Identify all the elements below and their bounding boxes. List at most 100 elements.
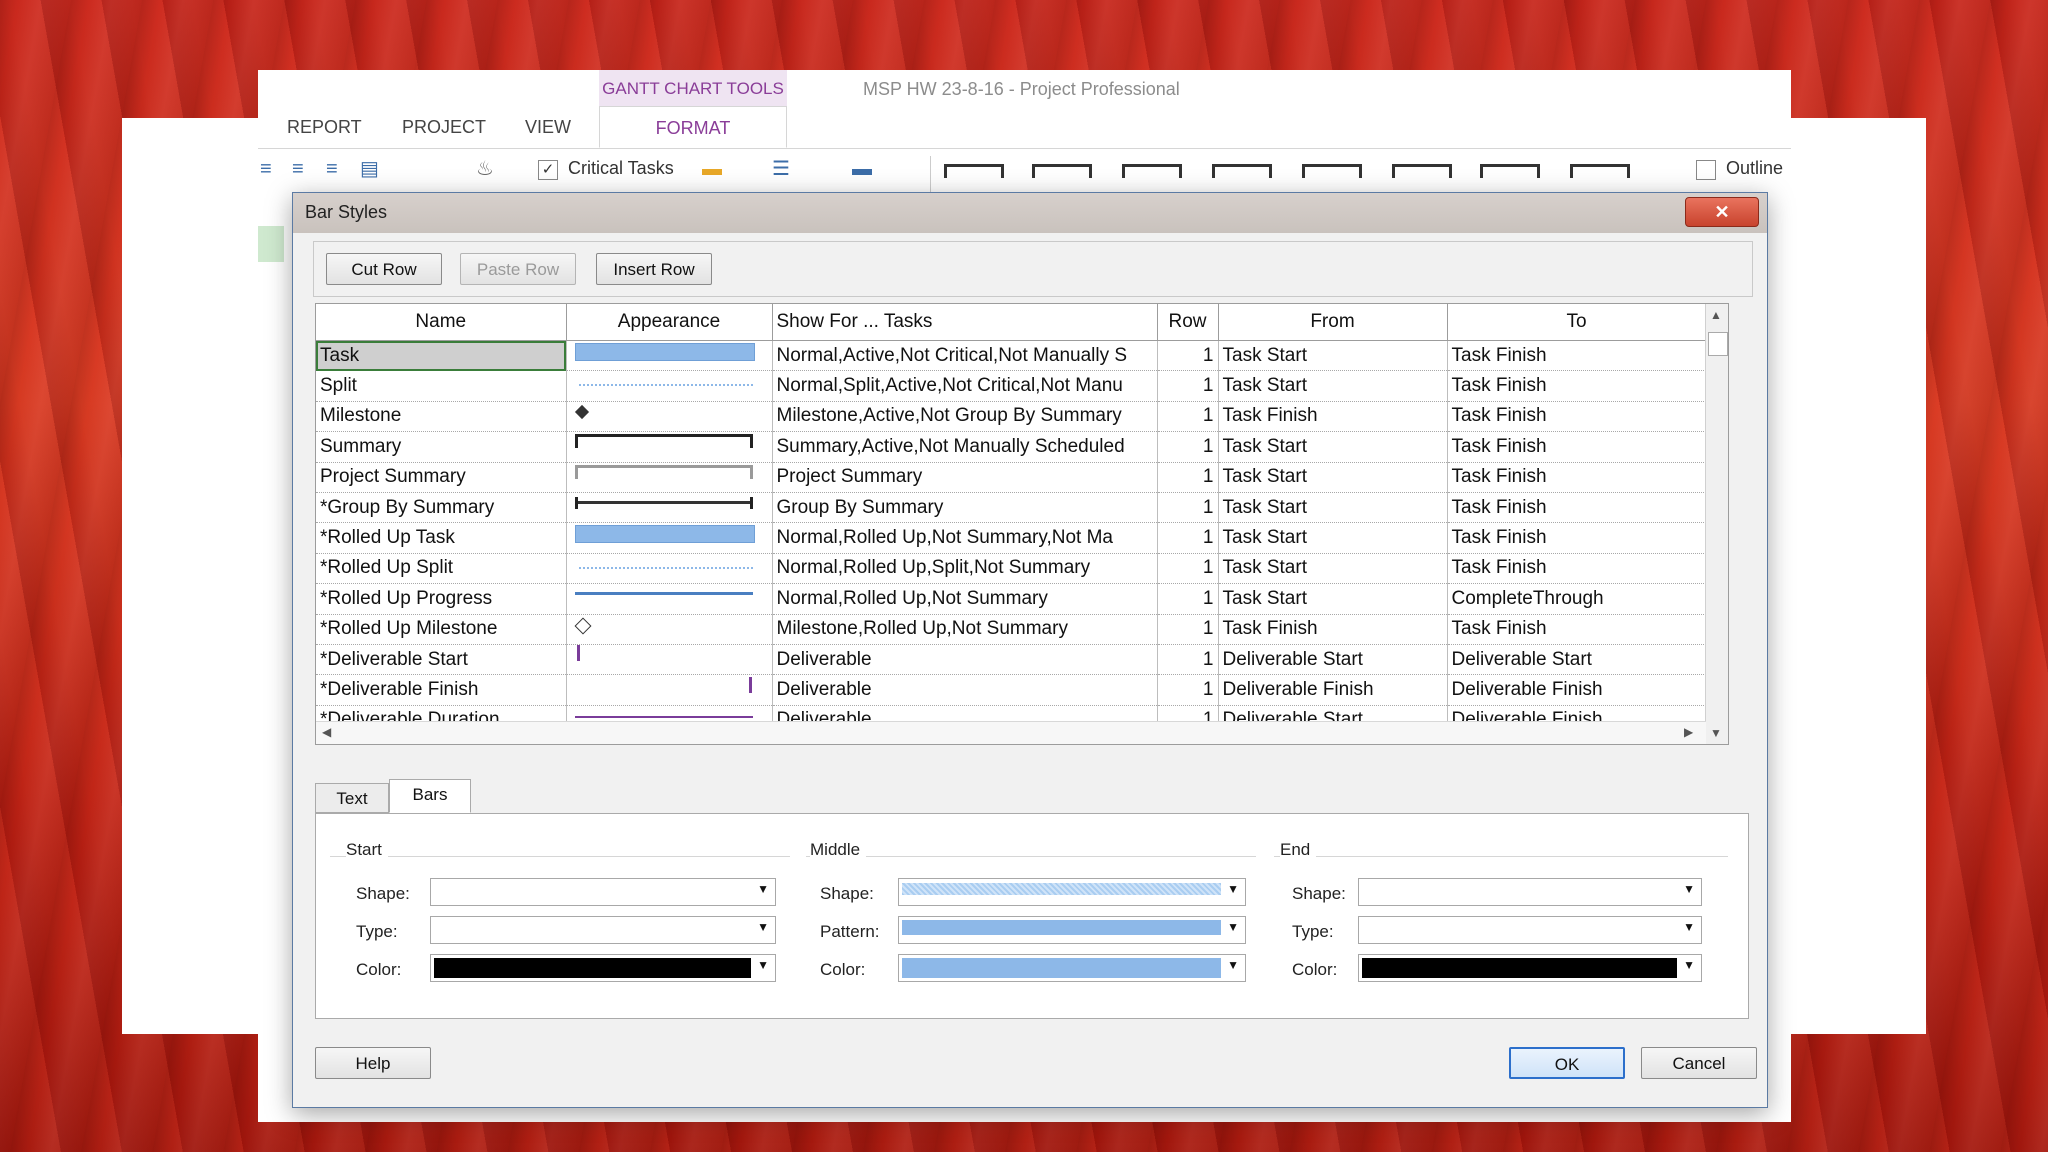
- row-appearance-cell[interactable]: [566, 462, 773, 493]
- start-color-select[interactable]: ▼: [430, 954, 776, 982]
- row-number-cell[interactable]: 1: [1157, 674, 1219, 706]
- help-button[interactable]: Help: [315, 1047, 431, 1079]
- row-name-cell[interactable]: *Deliverable Start: [316, 644, 567, 676]
- row-show-for-cell[interactable]: Normal,Active,Not Critical,Not Manually …: [772, 340, 1158, 372]
- row-name-cell[interactable]: Milestone: [316, 401, 567, 433]
- table-row[interactable]: *Rolled Up Progress Normal,Rolled Up,Not …: [316, 583, 1707, 615]
- row-appearance-cell[interactable]: [566, 340, 773, 372]
- col-header-row[interactable]: Row: [1157, 304, 1219, 341]
- critical-tasks-checkbox[interactable]: ✓: [538, 160, 558, 180]
- gantt-style-1[interactable]: [944, 164, 1004, 178]
- middle-color-select[interactable]: ▼: [898, 954, 1246, 982]
- scroll-up-icon[interactable]: ▲: [1710, 308, 1722, 322]
- ok-button[interactable]: OK: [1509, 1047, 1625, 1079]
- row-appearance-cell[interactable]: [566, 492, 773, 524]
- middle-shape-select[interactable]: ▼: [898, 878, 1246, 906]
- vertical-scrollbar[interactable]: ▲ ▼: [1705, 304, 1728, 744]
- row-show-for-cell[interactable]: Normal,Split,Active,Not Critical,Not Man…: [772, 370, 1158, 402]
- row-number-cell[interactable]: 1: [1157, 431, 1219, 463]
- table-row[interactable]: *Group By Summary Group By Summary 1 Task S…: [316, 492, 1707, 524]
- row-name-cell[interactable]: Split: [316, 370, 567, 402]
- row-from-cell[interactable]: Deliverable Start: [1218, 644, 1448, 676]
- tab-project[interactable]: PROJECT: [402, 106, 486, 148]
- row-from-cell[interactable]: Task Start: [1218, 553, 1448, 585]
- table-row[interactable]: Split Normal,Split,Active,Not Critical,No…: [316, 370, 1707, 402]
- row-show-for-cell[interactable]: Normal,Rolled Up,Not Summary,Not Ma: [772, 522, 1158, 554]
- row-to-cell[interactable]: Deliverable Start: [1447, 644, 1707, 676]
- format-painter-icon[interactable]: ♨: [476, 158, 500, 180]
- table-row[interactable]: Project Summary Project Summary 1 Task Star…: [316, 462, 1707, 493]
- row-appearance-cell[interactable]: [566, 583, 773, 615]
- row-name-cell[interactable]: *Rolled Up Task: [316, 522, 567, 554]
- row-from-cell[interactable]: Task Start: [1218, 522, 1448, 554]
- row-number-cell[interactable]: 1: [1157, 462, 1219, 493]
- row-to-cell[interactable]: Task Finish: [1447, 614, 1707, 645]
- row-to-cell[interactable]: Task Finish: [1447, 340, 1707, 372]
- col-header-appearance[interactable]: Appearance: [566, 304, 773, 341]
- end-shape-select[interactable]: ▼: [1358, 878, 1702, 906]
- row-to-cell[interactable]: Task Finish: [1447, 462, 1707, 493]
- gantt-style-7[interactable]: [1480, 164, 1540, 178]
- row-appearance-cell[interactable]: [566, 644, 773, 676]
- dialog-titlebar[interactable]: Bar Styles ✕: [293, 193, 1767, 233]
- align-center-icon[interactable]: ≡: [292, 158, 316, 180]
- table-row[interactable]: *Rolled Up Task Normal,Rolled Up,Not Summ…: [316, 522, 1707, 554]
- col-header-show-for[interactable]: Show For ... Tasks: [772, 304, 1158, 341]
- row-name-cell[interactable]: *Rolled Up Split: [316, 553, 567, 585]
- row-number-cell[interactable]: 1: [1157, 614, 1219, 645]
- row-show-for-cell[interactable]: Deliverable: [772, 674, 1158, 706]
- close-button[interactable]: ✕: [1685, 197, 1759, 227]
- row-to-cell[interactable]: Task Finish: [1447, 522, 1707, 554]
- gantt-style-3[interactable]: [1122, 164, 1182, 178]
- gantt-style-2[interactable]: [1032, 164, 1092, 178]
- row-appearance-cell[interactable]: [566, 674, 773, 706]
- row-from-cell[interactable]: Task Start: [1218, 583, 1448, 615]
- start-type-select[interactable]: ▼: [430, 916, 776, 944]
- start-shape-select[interactable]: ▼: [430, 878, 776, 906]
- table-row[interactable]: Summary Summary,Active,Not Manually Sched…: [316, 431, 1707, 463]
- outline-checkbox[interactable]: [1696, 160, 1716, 180]
- row-show-for-cell[interactable]: Normal,Rolled Up,Split,Not Summary: [772, 553, 1158, 585]
- row-appearance-cell[interactable]: [566, 401, 773, 433]
- row-show-for-cell[interactable]: Group By Summary: [772, 492, 1158, 524]
- end-color-select[interactable]: ▼: [1358, 954, 1702, 982]
- row-name-cell[interactable]: Summary: [316, 431, 567, 463]
- row-number-cell[interactable]: 1: [1157, 492, 1219, 524]
- tab-format[interactable]: FORMAT: [599, 106, 787, 148]
- table-row[interactable]: *Rolled Up Split Normal,Rolled Up,Split,N…: [316, 553, 1707, 585]
- row-number-cell[interactable]: 1: [1157, 370, 1219, 402]
- row-show-for-cell[interactable]: Milestone,Rolled Up,Not Summary: [772, 614, 1158, 645]
- horizontal-scrollbar[interactable]: ◀ ▶: [316, 721, 1706, 744]
- row-from-cell[interactable]: Task Finish: [1218, 614, 1448, 645]
- row-from-cell[interactable]: Task Start: [1218, 370, 1448, 402]
- end-type-select[interactable]: ▼: [1358, 916, 1702, 944]
- align-left-icon[interactable]: ≡: [260, 158, 284, 180]
- paste-row-button[interactable]: Paste Row: [460, 253, 576, 285]
- row-from-cell[interactable]: Task Start: [1218, 492, 1448, 524]
- row-number-cell[interactable]: 1: [1157, 644, 1219, 676]
- row-to-cell[interactable]: Task Finish: [1447, 401, 1707, 433]
- gantt-style-6[interactable]: [1392, 164, 1452, 178]
- scroll-down-icon[interactable]: ▼: [1710, 726, 1722, 740]
- row-number-cell[interactable]: 1: [1157, 553, 1219, 585]
- row-name-cell[interactable]: *Deliverable Finish: [316, 674, 567, 706]
- row-to-cell[interactable]: Task Finish: [1447, 370, 1707, 402]
- row-to-cell[interactable]: Deliverable Finish: [1447, 674, 1707, 706]
- row-from-cell[interactable]: Task Start: [1218, 431, 1448, 463]
- row-appearance-cell[interactable]: [566, 614, 773, 645]
- row-from-cell[interactable]: Task Start: [1218, 340, 1448, 372]
- row-to-cell[interactable]: CompleteThrough: [1447, 583, 1707, 615]
- row-name-cell[interactable]: Task: [316, 340, 567, 372]
- table-row[interactable]: Milestone Milestone,Active,Not Group By S…: [316, 401, 1707, 433]
- row-appearance-cell[interactable]: [566, 553, 773, 585]
- col-header-to[interactable]: To: [1447, 304, 1707, 341]
- task-path-icon[interactable]: ▬: [702, 158, 726, 180]
- gantt-style-8[interactable]: [1570, 164, 1630, 178]
- row-appearance-cell[interactable]: [566, 431, 773, 463]
- align-right-icon[interactable]: ≡: [326, 158, 350, 180]
- row-show-for-cell[interactable]: Normal,Rolled Up,Not Summary: [772, 583, 1158, 615]
- row-number-cell[interactable]: 1: [1157, 401, 1219, 433]
- row-name-cell[interactable]: Project Summary: [316, 462, 567, 493]
- cancel-button[interactable]: Cancel: [1641, 1047, 1757, 1079]
- row-name-cell[interactable]: *Rolled Up Milestone: [316, 614, 567, 645]
